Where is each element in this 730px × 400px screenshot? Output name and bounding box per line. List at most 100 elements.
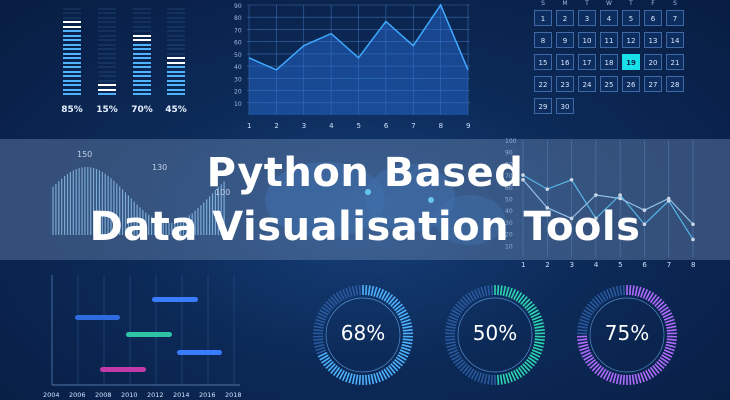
donut-tick	[358, 374, 362, 385]
calendar-day[interactable]: 3	[578, 10, 596, 26]
calendar-day[interactable]: 16	[556, 54, 574, 70]
donut-tick	[622, 285, 626, 296]
calendar-day[interactable]: 29	[534, 98, 552, 114]
progress-segment	[133, 21, 151, 23]
progress-segment	[133, 30, 151, 32]
calendar-day[interactable]: 20	[644, 54, 662, 70]
calendar-day[interactable]: 26	[622, 76, 640, 92]
progress-segment	[133, 34, 151, 37]
donut-tick	[480, 373, 485, 384]
progress-segment	[167, 93, 185, 95]
gantt-bar	[152, 297, 198, 302]
page-title-line2: Data Visualisation Tools	[89, 204, 641, 250]
calendar-day[interactable]: 11	[600, 32, 618, 48]
calendar-day[interactable]: 7	[666, 10, 684, 26]
calendar-day[interactable]: 13	[644, 32, 662, 48]
x-tick-label: 9	[466, 122, 470, 130]
x-tick-label: 5	[618, 261, 622, 269]
progress-segment	[63, 52, 81, 55]
calendar-day[interactable]: 23	[556, 76, 574, 92]
x-tick-label: 4	[594, 261, 599, 269]
calendar-day[interactable]: 17	[578, 54, 596, 70]
donut-tick	[364, 285, 368, 296]
calendar-day[interactable]: 24	[578, 76, 596, 92]
donut-tick	[615, 285, 620, 297]
progress-segment	[133, 93, 151, 95]
donut-tick	[628, 374, 632, 385]
progress-segment	[133, 48, 151, 50]
calendar-day[interactable]: 22	[534, 76, 552, 92]
calendar-day[interactable]: 28	[666, 76, 684, 92]
x-tick-label: 2004	[43, 391, 60, 399]
calendar-day[interactable]: 1	[534, 10, 552, 26]
progress-segment	[133, 75, 151, 77]
calendar-day[interactable]: 27	[644, 76, 662, 92]
progress-segment	[167, 52, 185, 55]
donut-tick	[615, 373, 620, 385]
calendar-day[interactable]: 18	[600, 54, 618, 70]
donut-tick	[480, 286, 485, 297]
progress-segment	[63, 84, 81, 86]
progress-segment	[98, 84, 116, 86]
calendar-day[interactable]: 6	[644, 10, 662, 26]
calendar-day[interactable]: 14	[666, 32, 684, 48]
calendar-day[interactable]: 2	[556, 10, 574, 26]
calendar-day[interactable]: 25	[600, 76, 618, 92]
calendar-day[interactable]: 5	[622, 10, 640, 26]
progress-segment	[98, 70, 116, 73]
progress-segment	[98, 79, 116, 82]
donut-value: 50%	[472, 321, 518, 345]
calendar-day[interactable]: 8	[534, 32, 552, 48]
x-tick-label: 2006	[69, 391, 86, 399]
donut-tick	[367, 285, 371, 296]
progress-segment	[98, 12, 116, 14]
progress-segment	[133, 88, 151, 91]
y-tick-label: 30	[234, 76, 242, 83]
progress-segment	[63, 34, 81, 37]
donut-tick	[612, 286, 617, 297]
calendar-day[interactable]: 15	[534, 54, 552, 70]
calendar-weekday: T	[585, 0, 589, 7]
donut-tick	[348, 373, 353, 384]
progress-segment	[63, 79, 81, 82]
calendar-day[interactable]: 12	[622, 32, 640, 48]
progress-segment	[63, 12, 81, 14]
donut-tick	[612, 373, 617, 384]
donut-tick	[370, 285, 375, 297]
donut-chart: 68%	[311, 283, 415, 387]
progress-segment	[98, 16, 116, 19]
progress-segment	[98, 75, 116, 77]
calendar-weekday: S	[541, 0, 545, 7]
progress-segment	[167, 84, 185, 86]
x-tick-label: 2016	[199, 391, 216, 399]
calendar-day[interactable]: 21	[666, 54, 684, 70]
page-title-line1: Python Based	[206, 150, 524, 196]
donut-tick	[364, 374, 368, 385]
donut-tick	[351, 373, 356, 385]
calendar-day[interactable]: 10	[578, 32, 596, 48]
gantt-chart: 2004 2006 2008 2010 2012 2014 2016 2018	[43, 275, 242, 399]
donut-tick	[532, 346, 543, 352]
progress-segment	[98, 66, 116, 68]
progress-segment	[167, 30, 185, 32]
donut-tick	[499, 374, 503, 385]
y-tick-label: 90	[234, 3, 242, 10]
calendar-day[interactable]: 4	[600, 10, 618, 26]
progress-segment	[63, 30, 81, 32]
progress-segment	[167, 43, 185, 46]
calendar-day[interactable]: 19	[622, 54, 640, 70]
progress-segment	[167, 66, 185, 68]
progress-segment	[63, 88, 81, 91]
progress-segment	[167, 57, 185, 59]
calendar-day[interactable]: 9	[556, 32, 574, 48]
x-tick-label: 6	[642, 261, 647, 269]
progress-segment	[98, 48, 116, 50]
donut-chart: 75%	[575, 283, 679, 387]
donut-tick	[490, 374, 494, 385]
donut-tick	[637, 373, 642, 384]
donut-tick	[665, 343, 676, 348]
donut-tick	[622, 374, 626, 385]
donut-tick	[634, 285, 639, 297]
x-tick-label: 4	[329, 122, 334, 130]
calendar-day[interactable]: 30	[556, 98, 574, 114]
